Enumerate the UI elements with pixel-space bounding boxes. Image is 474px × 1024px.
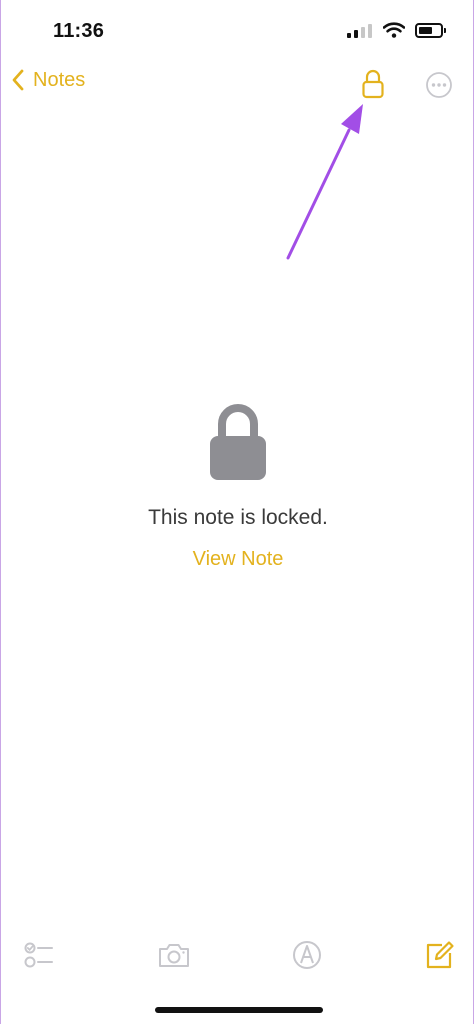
cellular-signal-icon bbox=[347, 22, 373, 38]
compose-icon[interactable] bbox=[422, 938, 456, 972]
checklist-icon[interactable] bbox=[21, 938, 55, 972]
back-button[interactable]: Notes bbox=[11, 68, 85, 92]
markup-pen-icon[interactable] bbox=[290, 938, 324, 972]
navigation-bar: Notes bbox=[1, 62, 474, 108]
ellipsis-circle-icon[interactable] bbox=[425, 71, 453, 99]
locked-message: This note is locked. bbox=[148, 506, 328, 529]
battery-level bbox=[419, 26, 432, 34]
home-indicator[interactable] bbox=[155, 1007, 323, 1013]
status-icons bbox=[347, 22, 446, 38]
chevron-left-icon bbox=[12, 69, 24, 91]
lock-icon bbox=[210, 404, 266, 480]
notes-screen: 11:36 Notes This note is locked. View No… bbox=[0, 0, 474, 1024]
battery-icon bbox=[415, 22, 446, 38]
lock-open-icon[interactable] bbox=[360, 68, 386, 100]
status-time: 11:36 bbox=[53, 20, 105, 42]
wifi-icon bbox=[383, 22, 405, 38]
view-note-button[interactable]: View Note bbox=[1, 548, 474, 571]
locked-note-panel: This note is locked. View Note bbox=[1, 400, 474, 571]
annotation-arrow-icon bbox=[286, 104, 363, 260]
bottom-toolbar bbox=[1, 938, 474, 978]
back-button-label: Notes bbox=[33, 68, 86, 91]
camera-icon[interactable] bbox=[157, 938, 191, 972]
status-bar: 11:36 bbox=[1, 0, 474, 60]
